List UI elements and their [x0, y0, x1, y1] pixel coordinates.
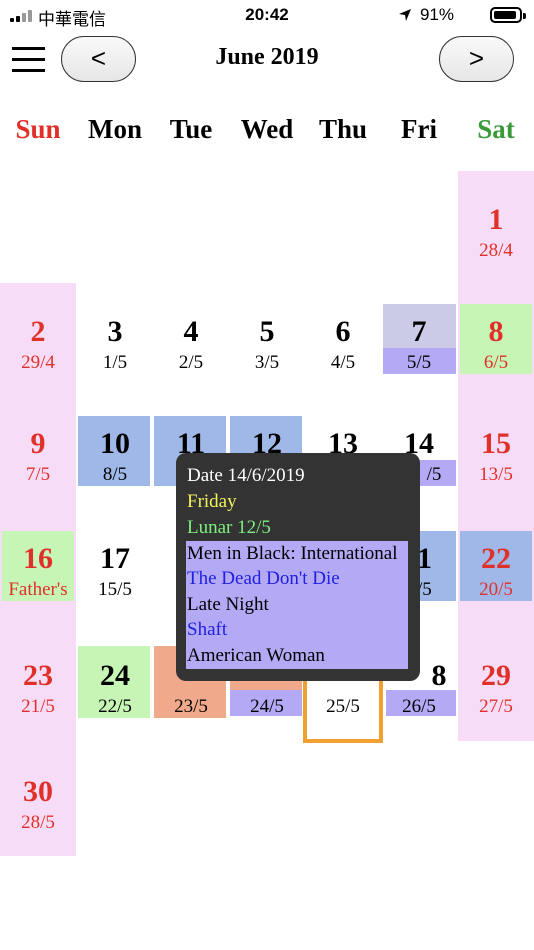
day-cell[interactable]: 22 20/5	[458, 535, 534, 607]
day-cell[interactable]: 2 29/4	[0, 308, 76, 380]
day-cell[interactable]: 30 28/5	[0, 768, 76, 840]
day-cell[interactable]: 17 15/5	[77, 535, 153, 607]
weekday-thu: Thu	[318, 114, 368, 144]
day-cell[interactable]: 5 3/5	[229, 308, 305, 380]
battery-percent: 91%	[419, 5, 454, 24]
movie-item[interactable]: Shaft	[187, 617, 227, 642]
movie-item[interactable]: American Woman	[187, 643, 325, 668]
popup-date: Date 14/6/2019	[187, 465, 305, 486]
day-detail-popup[interactable]: Date 14/6/2019 Friday Lunar 12/5 Men in …	[176, 453, 420, 681]
weekday-wed: Wed	[240, 114, 294, 144]
movie-item[interactable]: Late Night	[187, 592, 269, 617]
movie-item[interactable]: The Dead Don't Die	[187, 566, 340, 591]
day-cell[interactable]: 6 4/5	[305, 308, 381, 380]
location-arrow-icon	[399, 9, 411, 21]
day-cell[interactable]: 23 21/5	[0, 652, 76, 724]
weekday-sat: Sat	[477, 114, 515, 144]
weekday-sun: Sun	[15, 114, 61, 144]
popup-lunar: Lunar 12/5	[187, 517, 271, 538]
popup-weekday: Friday	[187, 491, 237, 512]
movie-item[interactable]: Men in Black: International	[187, 541, 398, 566]
day-cell[interactable]: 16 Father's	[0, 535, 76, 607]
weekday-mon: Mon	[88, 114, 142, 144]
weekday-fri: Fri	[401, 114, 437, 144]
day-cell[interactable]: 24 22/5	[77, 652, 153, 724]
day-cell[interactable]: 7 5/5	[381, 308, 457, 380]
day-cell[interactable]: 29 27/5	[458, 652, 534, 724]
status-bar: 中華電信 20:42 91%	[0, 0, 534, 32]
movie-list: Men in Black: International The Dead Don…	[186, 541, 408, 669]
day-cell[interactable]: 8 6/5	[458, 308, 534, 380]
next-month-button[interactable]: >	[439, 36, 514, 82]
day-cell[interactable]: 1 28/4	[458, 196, 534, 268]
day-cell[interactable]: 15 13/5	[458, 420, 534, 492]
day-cell[interactable]: 4 2/5	[153, 308, 229, 380]
day-cell[interactable]: 9 7/5	[0, 420, 76, 492]
battery-icon	[490, 7, 526, 23]
day-cell[interactable]: 3 1/5	[77, 308, 153, 380]
day-cell[interactable]: 10 8/5	[77, 420, 153, 492]
weekday-tue: Tue	[169, 114, 213, 144]
